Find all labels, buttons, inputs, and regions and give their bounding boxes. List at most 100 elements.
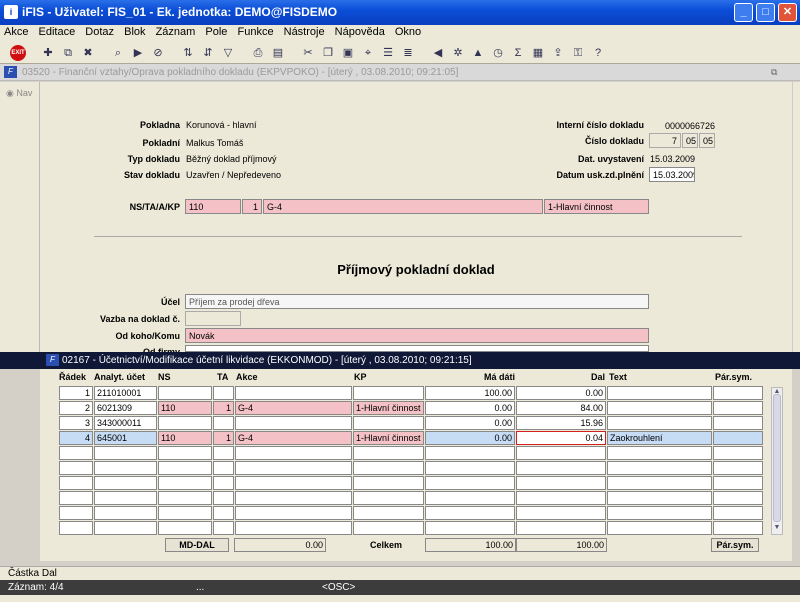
cell-ta[interactable] xyxy=(213,476,234,490)
nav-button[interactable]: ◉ Nav xyxy=(6,88,32,99)
cell-text[interactable] xyxy=(607,416,712,430)
cell-ta[interactable] xyxy=(213,386,234,400)
cell-text[interactable] xyxy=(607,446,712,460)
print-preview-icon[interactable]: ▤ xyxy=(270,45,286,61)
cell-kp[interactable] xyxy=(353,461,424,475)
filter-icon[interactable]: ▽ xyxy=(220,45,236,61)
vazba-field[interactable] xyxy=(185,311,241,326)
cell-akce[interactable] xyxy=(235,386,352,400)
cell-ta[interactable] xyxy=(213,461,234,475)
menu-dotaz[interactable]: Dotaz xyxy=(81,25,117,38)
cell-ma-dati[interactable]: 100.00 xyxy=(425,386,515,400)
cell-akce[interactable] xyxy=(235,521,352,535)
cell-text[interactable] xyxy=(607,386,712,400)
cell-kp[interactable] xyxy=(353,521,424,535)
menu-nastroje[interactable]: Nástroje xyxy=(280,25,328,38)
cell-analyt-ucet[interactable] xyxy=(94,491,157,505)
cell-par-sym[interactable] xyxy=(713,386,763,400)
cell-akce[interactable] xyxy=(235,446,352,460)
exit-button[interactable]: EXIT xyxy=(10,45,26,61)
list-icon[interactable]: ☰ xyxy=(380,45,396,61)
cislo-dokladu-3[interactable]: 05 xyxy=(699,133,715,148)
cell-radek[interactable] xyxy=(59,491,93,505)
help-icon[interactable]: ? xyxy=(590,45,606,61)
cell-ta[interactable]: 1 xyxy=(213,401,234,415)
cell-akce[interactable] xyxy=(235,476,352,490)
cell-ns[interactable] xyxy=(158,461,212,475)
cell-ta[interactable] xyxy=(213,521,234,535)
sort-icon[interactable]: ⇅ xyxy=(180,45,196,61)
menu-blok[interactable]: Blok xyxy=(120,25,148,38)
cell-radek[interactable] xyxy=(59,446,93,460)
menu-okno[interactable]: Okno xyxy=(391,25,424,38)
cell-par-sym[interactable] xyxy=(713,506,763,520)
cell-analyt-ucet[interactable]: 211010001 xyxy=(94,386,157,400)
cell-par-sym[interactable] xyxy=(713,476,763,490)
cell-analyt-ucet[interactable] xyxy=(94,476,157,490)
list-values-icon[interactable]: ≣ xyxy=(400,45,416,61)
grid-scrollbar[interactable]: ▲ ▼ xyxy=(771,387,783,535)
od-koho-field[interactable]: Novák xyxy=(185,328,649,343)
cell-par-sym[interactable] xyxy=(713,521,763,535)
close-button[interactable]: ✕ xyxy=(778,3,797,22)
cislo-dokladu-1[interactable]: 7 xyxy=(649,133,681,148)
cell-ma-dati[interactable] xyxy=(425,446,515,460)
scroll-down-icon[interactable]: ▼ xyxy=(772,524,782,534)
maximize-button[interactable]: □ xyxy=(756,3,775,22)
cell-dal[interactable] xyxy=(516,461,606,475)
cell-analyt-ucet[interactable] xyxy=(94,446,157,460)
cell-radek[interactable] xyxy=(59,476,93,490)
settings-icon[interactable]: ✲ xyxy=(450,45,466,61)
cell-ns[interactable] xyxy=(158,416,212,430)
cell-dal[interactable]: 15.96 xyxy=(516,416,606,430)
md-dal-button[interactable]: MD-DAL xyxy=(165,538,229,552)
key-icon[interactable]: ⚿ xyxy=(570,45,586,61)
kp-field[interactable]: 1-Hlavní činnost xyxy=(544,199,649,214)
find-icon[interactable]: ⌖ xyxy=(360,45,376,61)
restore-window-icon[interactable]: ⧉ xyxy=(771,67,777,78)
cell-akce[interactable] xyxy=(235,416,352,430)
ta-field[interactable]: 1 xyxy=(242,199,262,214)
akce-field[interactable]: G-4 xyxy=(263,199,543,214)
menu-pole[interactable]: Pole xyxy=(201,25,230,38)
export-icon[interactable]: ⇪ xyxy=(550,45,566,61)
cell-analyt-ucet[interactable]: 6021309 xyxy=(94,401,157,415)
cell-ta[interactable]: 1 xyxy=(213,431,234,445)
ucel-field[interactable]: Příjem za prodej dřeva xyxy=(185,294,649,309)
cell-kp[interactable] xyxy=(353,446,424,460)
ns-field[interactable]: 110 xyxy=(185,199,241,214)
cell-text[interactable]: Zaokrouhlení xyxy=(607,431,712,445)
cell-analyt-ucet[interactable]: 343000011 xyxy=(94,416,157,430)
menu-napoveda[interactable]: Nápověda xyxy=(331,25,388,38)
query-cancel-icon[interactable]: ⊘ xyxy=(150,45,166,61)
cell-ta[interactable] xyxy=(213,491,234,505)
cell-ma-dati[interactable] xyxy=(425,461,515,475)
cell-text[interactable] xyxy=(607,521,712,535)
chart-icon[interactable]: ▲ xyxy=(470,45,486,61)
cell-par-sym[interactable] xyxy=(713,461,763,475)
cell-ns[interactable] xyxy=(158,386,212,400)
cell-kp[interactable]: 1-Hlavní činnost xyxy=(353,401,424,415)
duplicate-record-icon[interactable]: ⧉ xyxy=(60,45,76,61)
cell-ns[interactable] xyxy=(158,446,212,460)
cell-kp[interactable]: 1-Hlavní činnost xyxy=(353,431,424,445)
cell-analyt-ucet[interactable] xyxy=(94,461,157,475)
cell-text[interactable] xyxy=(607,461,712,475)
menu-akce[interactable]: Akce xyxy=(0,25,31,38)
cell-dal[interactable]: 0.00 xyxy=(516,386,606,400)
menu-funkce[interactable]: Funkce xyxy=(233,25,276,38)
scroll-thumb[interactable] xyxy=(773,394,781,522)
cell-dal[interactable]: 84.00 xyxy=(516,401,606,415)
sum-icon[interactable]: Σ xyxy=(510,45,526,61)
cell-ma-dati[interactable]: 0.00 xyxy=(425,416,515,430)
cell-ta[interactable] xyxy=(213,416,234,430)
cell-radek[interactable] xyxy=(59,506,93,520)
cell-dal[interactable] xyxy=(516,446,606,460)
cell-ns[interactable]: 110 xyxy=(158,431,212,445)
cut-icon[interactable]: ✂ xyxy=(300,45,316,61)
cell-akce[interactable] xyxy=(235,506,352,520)
form-scrollbar[interactable] xyxy=(792,82,800,352)
cell-ma-dati[interactable]: 0.00 xyxy=(425,431,515,445)
cell-dal[interactable] xyxy=(516,491,606,505)
delete-record-icon[interactable]: ✖ xyxy=(80,45,96,61)
